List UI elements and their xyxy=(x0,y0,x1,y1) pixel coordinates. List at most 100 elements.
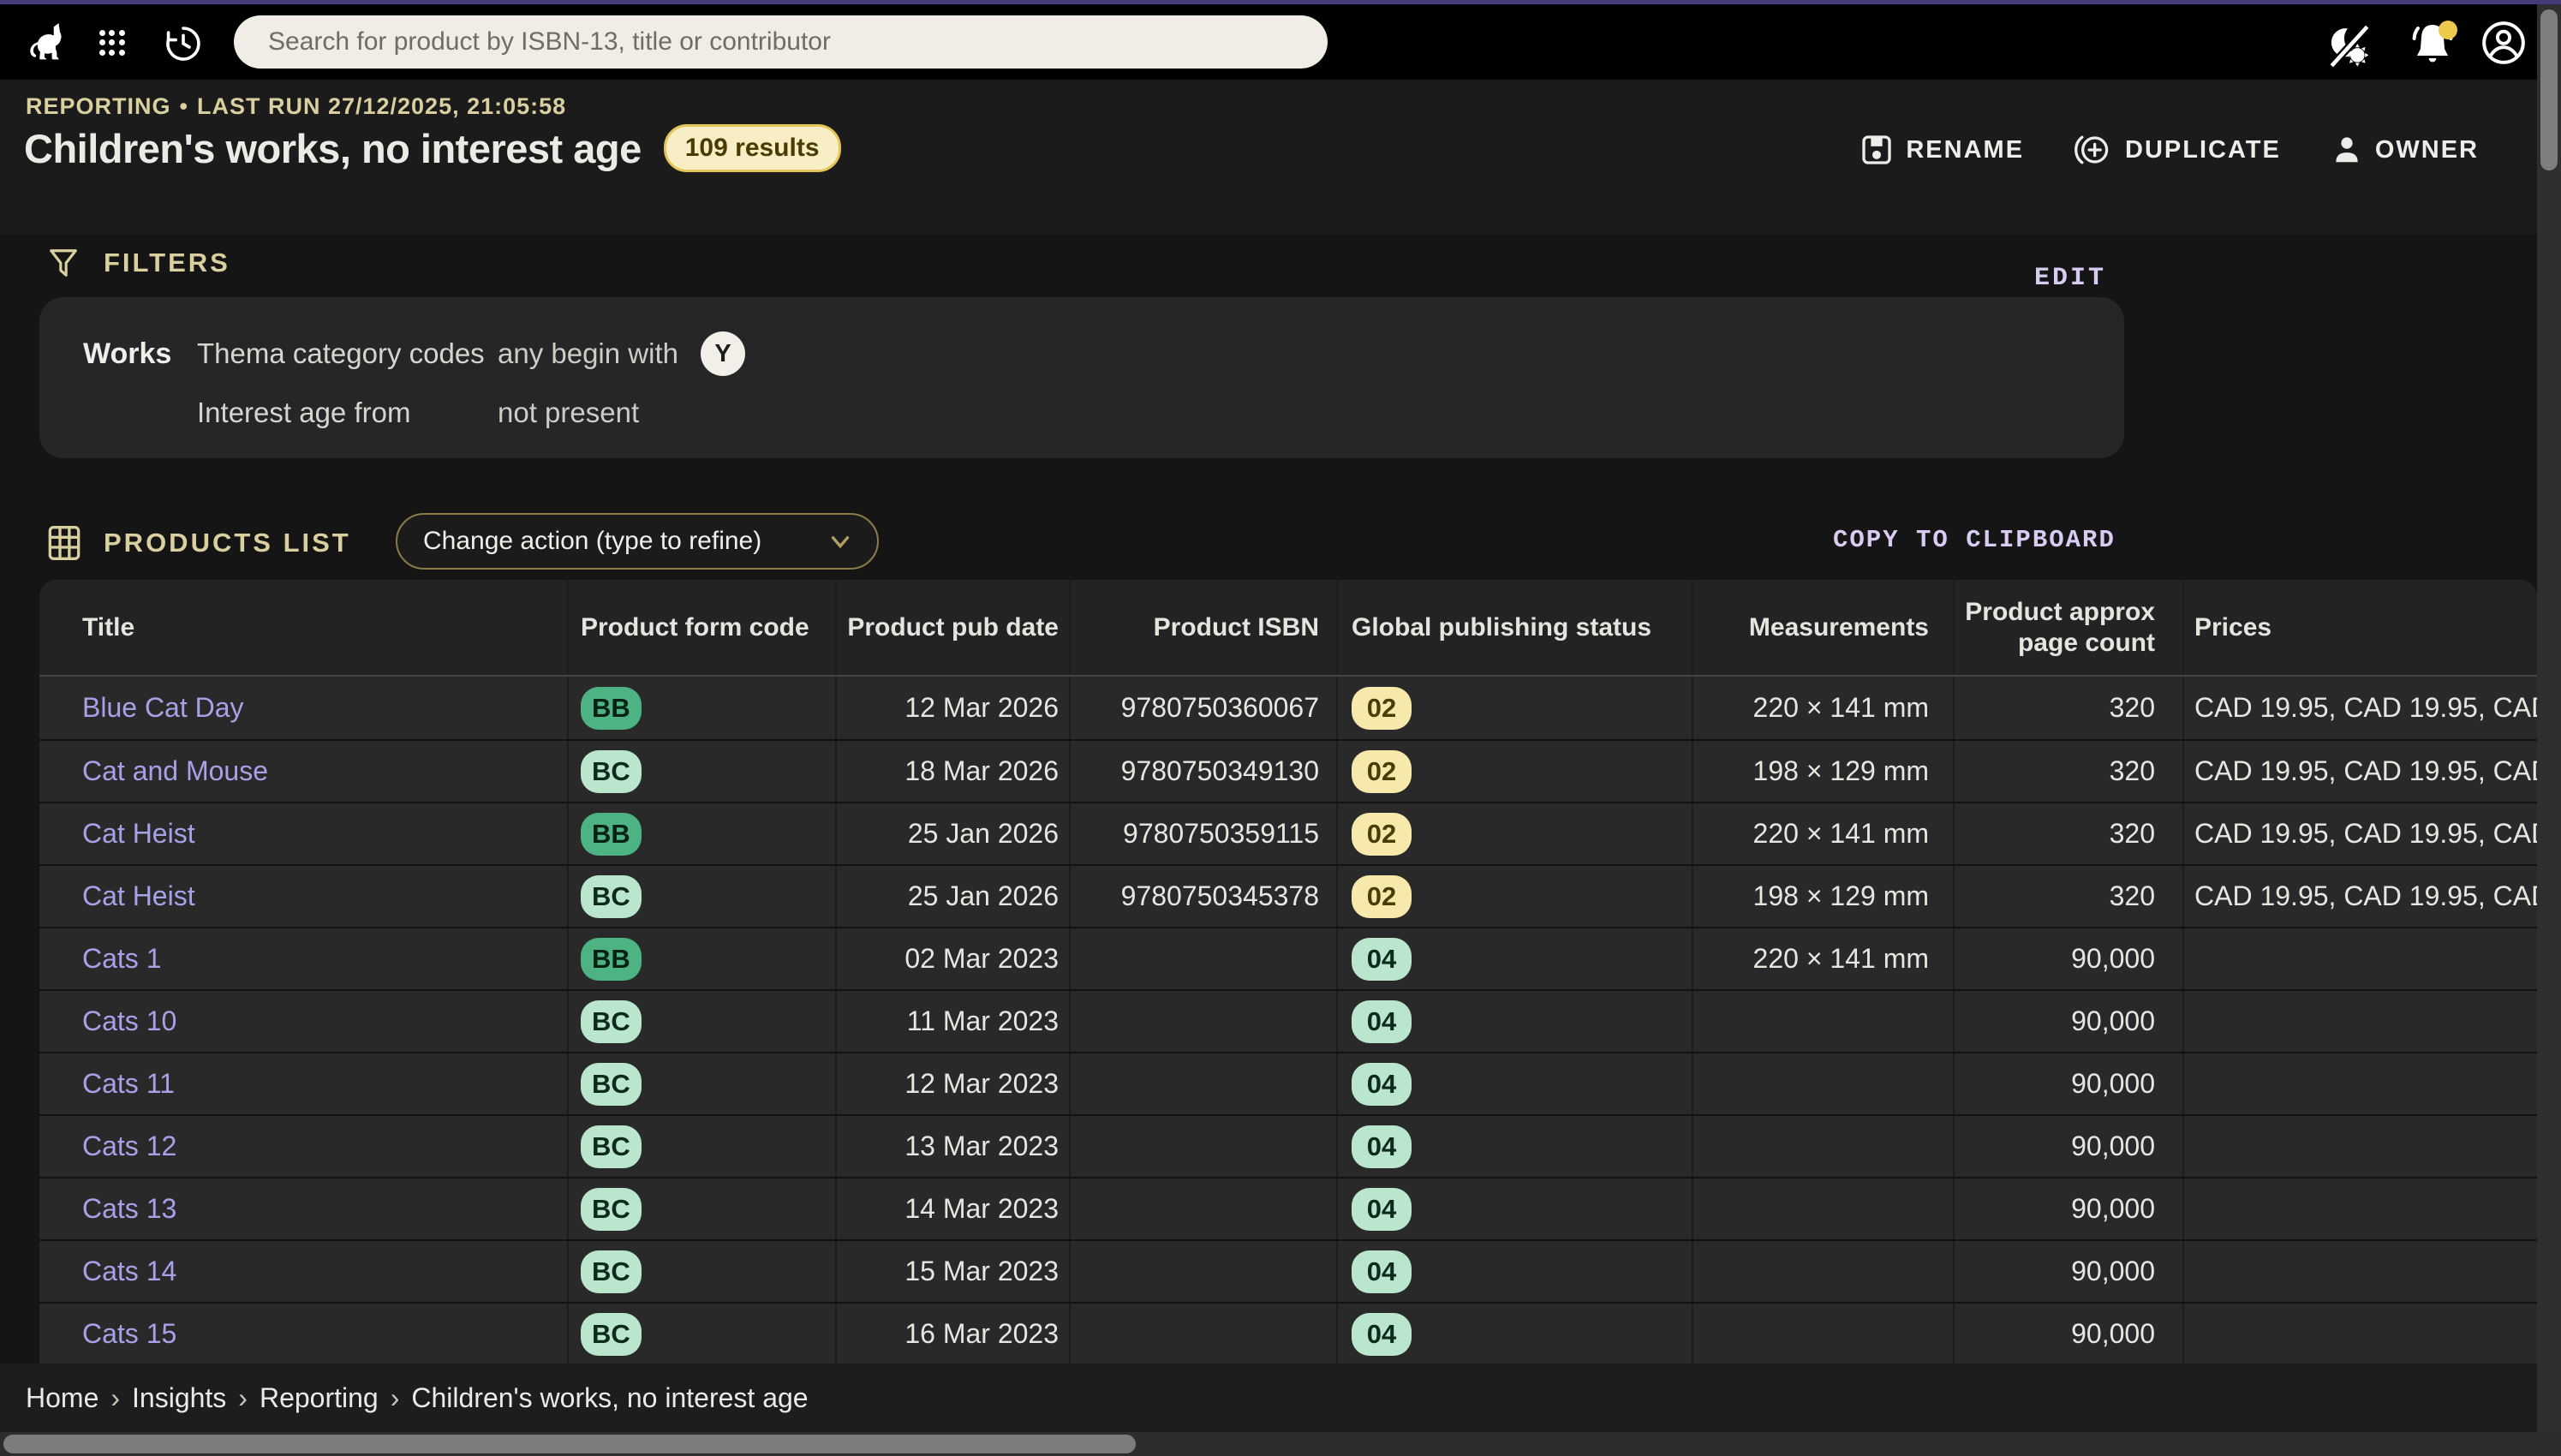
form-code-badge: BC xyxy=(581,1125,642,1168)
table-row: Cat Heist BC 25 Jan 2026 9780750345378 0… xyxy=(39,864,2537,927)
report-header: REPORTING•LAST RUN 27/12/2025, 21:05:58 … xyxy=(0,80,2537,234)
theme-toggle-icon[interactable] xyxy=(2325,23,2374,69)
pub-date-cell: 25 Jan 2026 xyxy=(908,818,1059,850)
filter-group-label: Works xyxy=(83,337,197,371)
horizontal-scrollbar-thumb[interactable] xyxy=(3,1435,1136,1453)
history-icon[interactable] xyxy=(163,23,204,64)
status-badge: 02 xyxy=(1352,875,1412,918)
col-header-pub-date: Product pub date xyxy=(835,580,1069,675)
measurements-cell: 220 × 141 mm xyxy=(1753,943,1929,975)
owner-button[interactable]: OWNER xyxy=(2331,133,2479,167)
col-header-status: Global publishing status xyxy=(1336,580,1692,675)
pub-date-cell: 12 Mar 2026 xyxy=(904,692,1059,724)
filter-field: Interest age from xyxy=(197,397,498,429)
table-row: Cats 11 BC 12 Mar 2023 04 90,000 xyxy=(39,1052,2537,1114)
form-code-badge: BB xyxy=(581,687,642,730)
change-action-value: Change action (type to refine) xyxy=(423,527,761,556)
col-header-measurements: Measurements xyxy=(1692,580,1953,675)
duplicate-button[interactable]: DUPLICATE xyxy=(2074,133,2281,167)
page-count-cell: 90,000 xyxy=(2071,1068,2155,1100)
rename-button[interactable]: RENAME xyxy=(1860,133,2024,167)
product-title-link[interactable]: Cats 14 xyxy=(82,1256,176,1287)
pub-date-cell: 12 Mar 2023 xyxy=(904,1068,1059,1100)
duplicate-icon xyxy=(2074,133,2113,167)
breadcrumb-current: Children's works, no interest age xyxy=(411,1382,808,1414)
pub-date-cell: 15 Mar 2023 xyxy=(904,1256,1059,1287)
form-code-badge: BC xyxy=(581,1000,642,1043)
isbn-cell: 9780750345378 xyxy=(1121,880,1319,912)
filter-panel: Works Thema category codes any begin wit… xyxy=(39,297,2124,458)
breadcrumb-insights[interactable]: Insights xyxy=(132,1382,226,1414)
col-header-prices: Prices xyxy=(2182,580,2537,675)
col-header-title: Title xyxy=(39,580,567,675)
product-title-link[interactable]: Cat Heist xyxy=(82,880,195,912)
page-title: Children's works, no interest age xyxy=(24,125,642,172)
product-title-link[interactable]: Cats 12 xyxy=(82,1131,176,1162)
measurements-cell: 220 × 141 mm xyxy=(1753,818,1929,850)
report-last-run: LAST RUN 27/12/2025, 21:05:58 xyxy=(197,93,566,119)
form-code-badge: BC xyxy=(581,1250,642,1293)
prices-cell: CAD 19.95, CAD 19.95, CAD 1 xyxy=(2194,880,2537,912)
table-header-row: Title Product form code Product pub date… xyxy=(39,580,2537,677)
page-count-cell: 320 xyxy=(2110,692,2155,724)
measurements-cell: 198 × 129 mm xyxy=(1753,755,1929,787)
change-action-select[interactable]: Change action (type to refine) xyxy=(396,513,879,570)
pub-date-cell: 02 Mar 2023 xyxy=(904,943,1059,975)
apps-grid-icon[interactable] xyxy=(99,30,125,56)
form-code-badge: BC xyxy=(581,875,642,918)
table-grid-icon xyxy=(47,524,81,562)
product-title-link[interactable]: Blue Cat Day xyxy=(82,692,244,724)
status-badge: 04 xyxy=(1352,1063,1412,1106)
table-body: Blue Cat Day BB 12 Mar 2026 978075036006… xyxy=(39,677,2537,1364)
status-badge: 04 xyxy=(1352,1125,1412,1168)
copy-to-clipboard-button[interactable]: COPY TO CLIPBOARD xyxy=(1833,526,2116,554)
table-row: Cat Heist BB 25 Jan 2026 9780750359115 0… xyxy=(39,802,2537,864)
product-title-link[interactable]: Cats 10 xyxy=(82,1005,176,1037)
product-title-link[interactable]: Cats 1 xyxy=(82,943,161,975)
vertical-scrollbar-thumb[interactable] xyxy=(2540,9,2558,170)
prices-cell: CAD 19.95, CAD 19.95, CAD 1 xyxy=(2194,692,2537,724)
product-title-link[interactable]: Cat and Mouse xyxy=(82,755,268,787)
account-circle-icon[interactable] xyxy=(2480,20,2527,66)
measurements-cell: 220 × 141 mm xyxy=(1753,692,1929,724)
pub-date-cell: 13 Mar 2023 xyxy=(904,1131,1059,1162)
notifications-bell-icon[interactable] xyxy=(2405,18,2460,69)
col-header-isbn: Product ISBN xyxy=(1069,580,1336,675)
edit-filters-link[interactable]: EDIT xyxy=(2034,264,2106,293)
isbn-cell: 9780750349130 xyxy=(1121,755,1319,787)
status-badge: 04 xyxy=(1352,938,1412,981)
pub-date-cell: 14 Mar 2023 xyxy=(904,1193,1059,1225)
measurements-cell: 198 × 129 mm xyxy=(1753,880,1929,912)
page-count-cell: 90,000 xyxy=(2071,1256,2155,1287)
page-count-cell: 90,000 xyxy=(2071,1005,2155,1037)
top-bar xyxy=(0,4,2537,80)
table-row: Cats 15 BC 16 Mar 2023 04 90,000 xyxy=(39,1302,2537,1364)
report-eyebrow: REPORTING•LAST RUN 27/12/2025, 21:05:58 xyxy=(26,93,566,120)
form-code-badge: BC xyxy=(581,1313,642,1356)
status-badge: 04 xyxy=(1352,1188,1412,1231)
form-code-badge: BC xyxy=(581,1063,642,1106)
breadcrumb-home[interactable]: Home xyxy=(26,1382,98,1414)
product-title-link[interactable]: Cat Heist xyxy=(82,818,195,850)
breadcrumb-reporting[interactable]: Reporting xyxy=(260,1382,379,1414)
status-badge: 02 xyxy=(1352,687,1412,730)
cat-logo-icon[interactable] xyxy=(29,20,69,66)
horizontal-scrollbar-track[interactable] xyxy=(0,1432,2561,1456)
product-title-link[interactable]: Cats 15 xyxy=(82,1318,176,1350)
form-code-badge: BB xyxy=(581,938,642,981)
table-row: Blue Cat Day BB 12 Mar 2026 978075036006… xyxy=(39,677,2537,739)
product-title-link[interactable]: Cats 11 xyxy=(82,1068,175,1100)
isbn-cell: 9780750360067 xyxy=(1121,692,1319,724)
col-header-page-count: Product approx page count xyxy=(1953,580,2182,675)
form-code-badge: BC xyxy=(581,750,642,793)
form-code-badge: BC xyxy=(581,1188,642,1231)
pub-date-cell: 11 Mar 2023 xyxy=(907,1005,1059,1037)
vertical-scrollbar-track[interactable] xyxy=(2537,4,2561,1456)
product-title-link[interactable]: Cats 13 xyxy=(82,1193,176,1225)
page-count-cell: 90,000 xyxy=(2071,1193,2155,1225)
status-badge: 04 xyxy=(1352,1313,1412,1356)
search-input[interactable] xyxy=(234,15,1328,69)
filter-value-chip: Y xyxy=(701,331,745,376)
page-count-cell: 90,000 xyxy=(2071,943,2155,975)
pub-date-cell: 25 Jan 2026 xyxy=(908,880,1059,912)
